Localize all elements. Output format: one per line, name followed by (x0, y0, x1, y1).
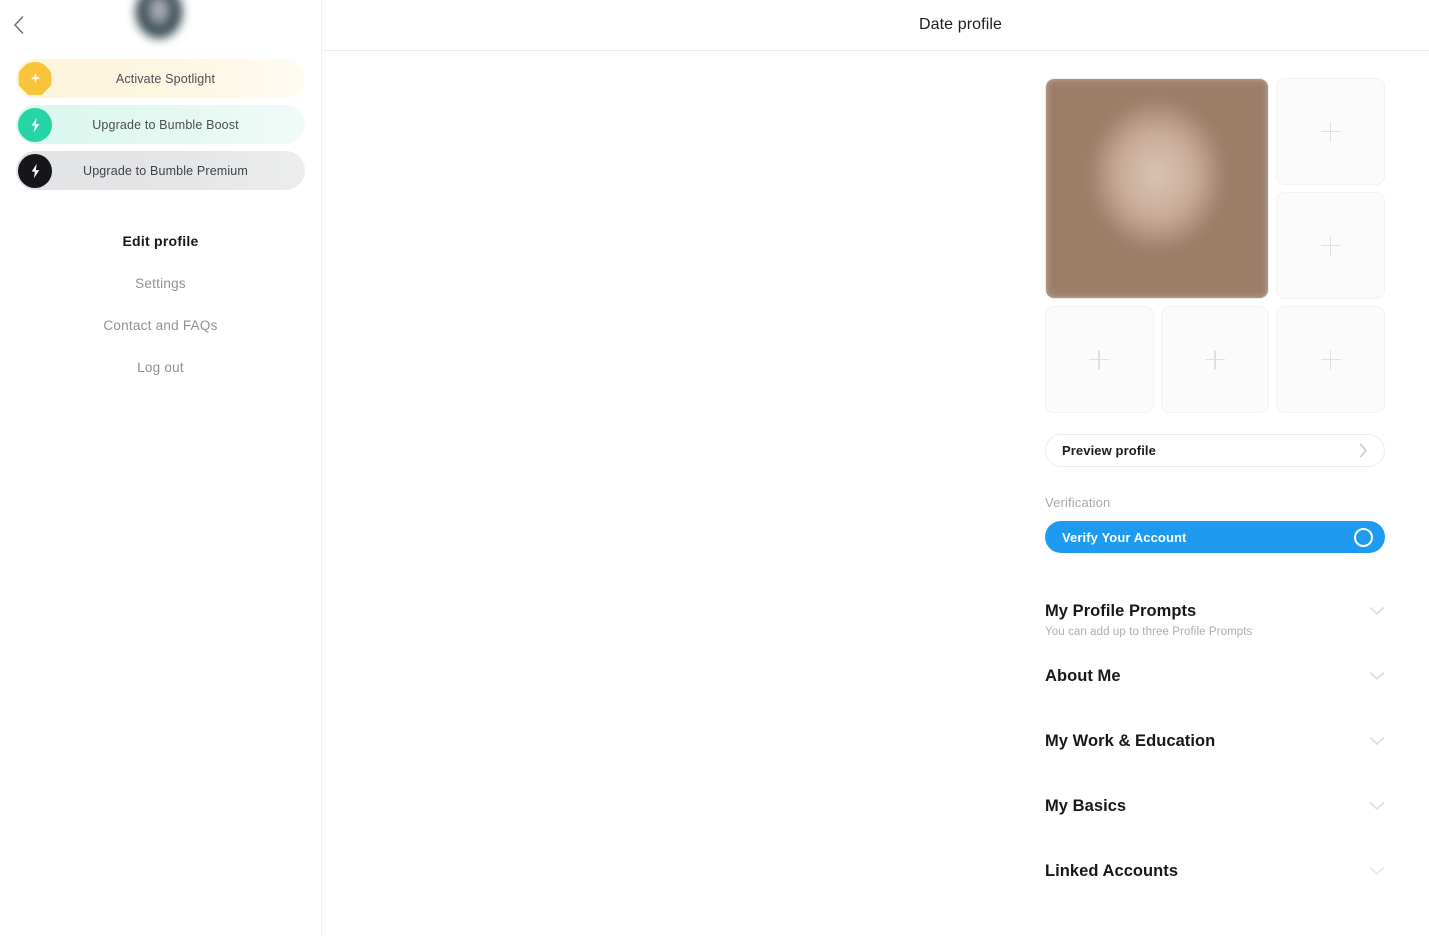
add-photo-slot-3[interactable] (1276, 192, 1385, 299)
section-my-work-and-education[interactable]: My Work & Education (1045, 717, 1385, 782)
spotlight-icon (18, 62, 52, 95)
plus-icon (1089, 349, 1110, 370)
circle-outline-icon (1354, 527, 1373, 547)
section-my-profile-prompts[interactable]: My Profile Prompts You can add up to thr… (1045, 587, 1385, 652)
preview-profile-button[interactable]: Preview profile (1045, 434, 1385, 467)
sidebar-nav: Edit profile Settings Contact and FAQs L… (0, 220, 321, 388)
add-photo-slot-2[interactable] (1276, 78, 1385, 185)
chevron-down-icon (1369, 866, 1385, 876)
sidebar-item-label: Log out (137, 359, 184, 375)
section-title: My Profile Prompts (1045, 602, 1197, 620)
section-text-block: Linked Accounts (1045, 860, 1369, 882)
sidebar-item-contact-and-faqs[interactable]: Contact and FAQs (0, 304, 321, 346)
add-photo-slot-6[interactable] (1276, 306, 1385, 413)
section-text-block: About Me (1045, 665, 1369, 687)
preview-profile-label: Preview profile (1062, 443, 1156, 458)
promo-label: Upgrade to Bumble Boost (92, 117, 239, 132)
chevron-down-icon (1369, 736, 1385, 746)
profile-sections-list: My Profile Prompts You can add up to thr… (1045, 587, 1385, 912)
sidebar-item-settings[interactable]: Settings (0, 262, 321, 304)
chevron-down-icon (1369, 606, 1385, 616)
sidebar-item-edit-profile[interactable]: Edit profile (0, 220, 321, 262)
section-title: My Basics (1045, 797, 1127, 815)
sidebar: Activate Spotlight Upgrade to Bumble Boo… (0, 0, 322, 936)
plus-icon (1204, 349, 1225, 370)
verify-your-account-button[interactable]: Verify Your Account (1045, 521, 1385, 553)
avatar[interactable] (136, 0, 182, 38)
verify-account-label: Verify Your Account (1062, 529, 1187, 545)
promo-label: Activate Spotlight (115, 71, 216, 86)
section-my-basics[interactable]: My Basics (1045, 782, 1385, 847)
chevron-right-icon (1359, 443, 1368, 458)
sidebar-item-log-out[interactable]: Log out (0, 346, 321, 388)
verification-section-label: Verification (1045, 495, 1111, 510)
section-subtitle: You can add up to three Profile Prompts (1045, 626, 1253, 638)
plus-icon (1320, 235, 1341, 256)
upgrade-bumble-boost-button[interactable]: Upgrade to Bumble Boost (16, 105, 305, 144)
add-photo-slot-5[interactable] (1160, 306, 1270, 413)
panel-body: Preview profile Verification Verify Your… (1045, 78, 1385, 912)
plus-icon (1320, 349, 1341, 370)
profile-photo-slot-1[interactable] (1045, 78, 1270, 299)
app-root: Activate Spotlight Upgrade to Bumble Boo… (0, 0, 1429, 936)
section-text-block: My Work & Education (1045, 730, 1369, 752)
promo-list: Activate Spotlight Upgrade to Bumble Boo… (0, 59, 321, 190)
sidebar-header (0, 0, 321, 52)
section-title: My Work & Education (1045, 732, 1216, 750)
section-title: Linked Accounts (1045, 862, 1179, 880)
bolt-icon (18, 153, 52, 188)
page-title: Date profile (918, 16, 1003, 33)
section-linked-accounts[interactable]: Linked Accounts (1045, 847, 1385, 912)
add-photo-slot-4[interactable] (1045, 306, 1154, 413)
photo-grid (1045, 78, 1385, 413)
sidebar-item-label: Edit profile (122, 233, 199, 249)
panel-header: Date profile (322, 0, 1429, 51)
sidebar-item-label: Contact and FAQs (103, 317, 218, 333)
activate-spotlight-button[interactable]: Activate Spotlight (16, 59, 305, 98)
chevron-down-icon (1369, 671, 1385, 681)
chevron-left-icon[interactable] (7, 14, 29, 36)
profile-photo-image (1046, 79, 1269, 298)
main-content-area (322, 0, 1029, 936)
section-text-block: My Profile Prompts You can add up to thr… (1045, 600, 1369, 638)
section-title: About Me (1045, 667, 1121, 685)
section-about-me[interactable]: About Me (1045, 652, 1385, 717)
promo-label: Upgrade to Bumble Premium (83, 163, 248, 178)
bolt-icon (18, 107, 52, 142)
plus-icon (1320, 121, 1341, 142)
section-text-block: My Basics (1045, 795, 1369, 817)
chevron-down-icon (1369, 801, 1385, 811)
sidebar-item-label: Settings (135, 275, 186, 291)
upgrade-bumble-premium-button[interactable]: Upgrade to Bumble Premium (16, 151, 305, 190)
